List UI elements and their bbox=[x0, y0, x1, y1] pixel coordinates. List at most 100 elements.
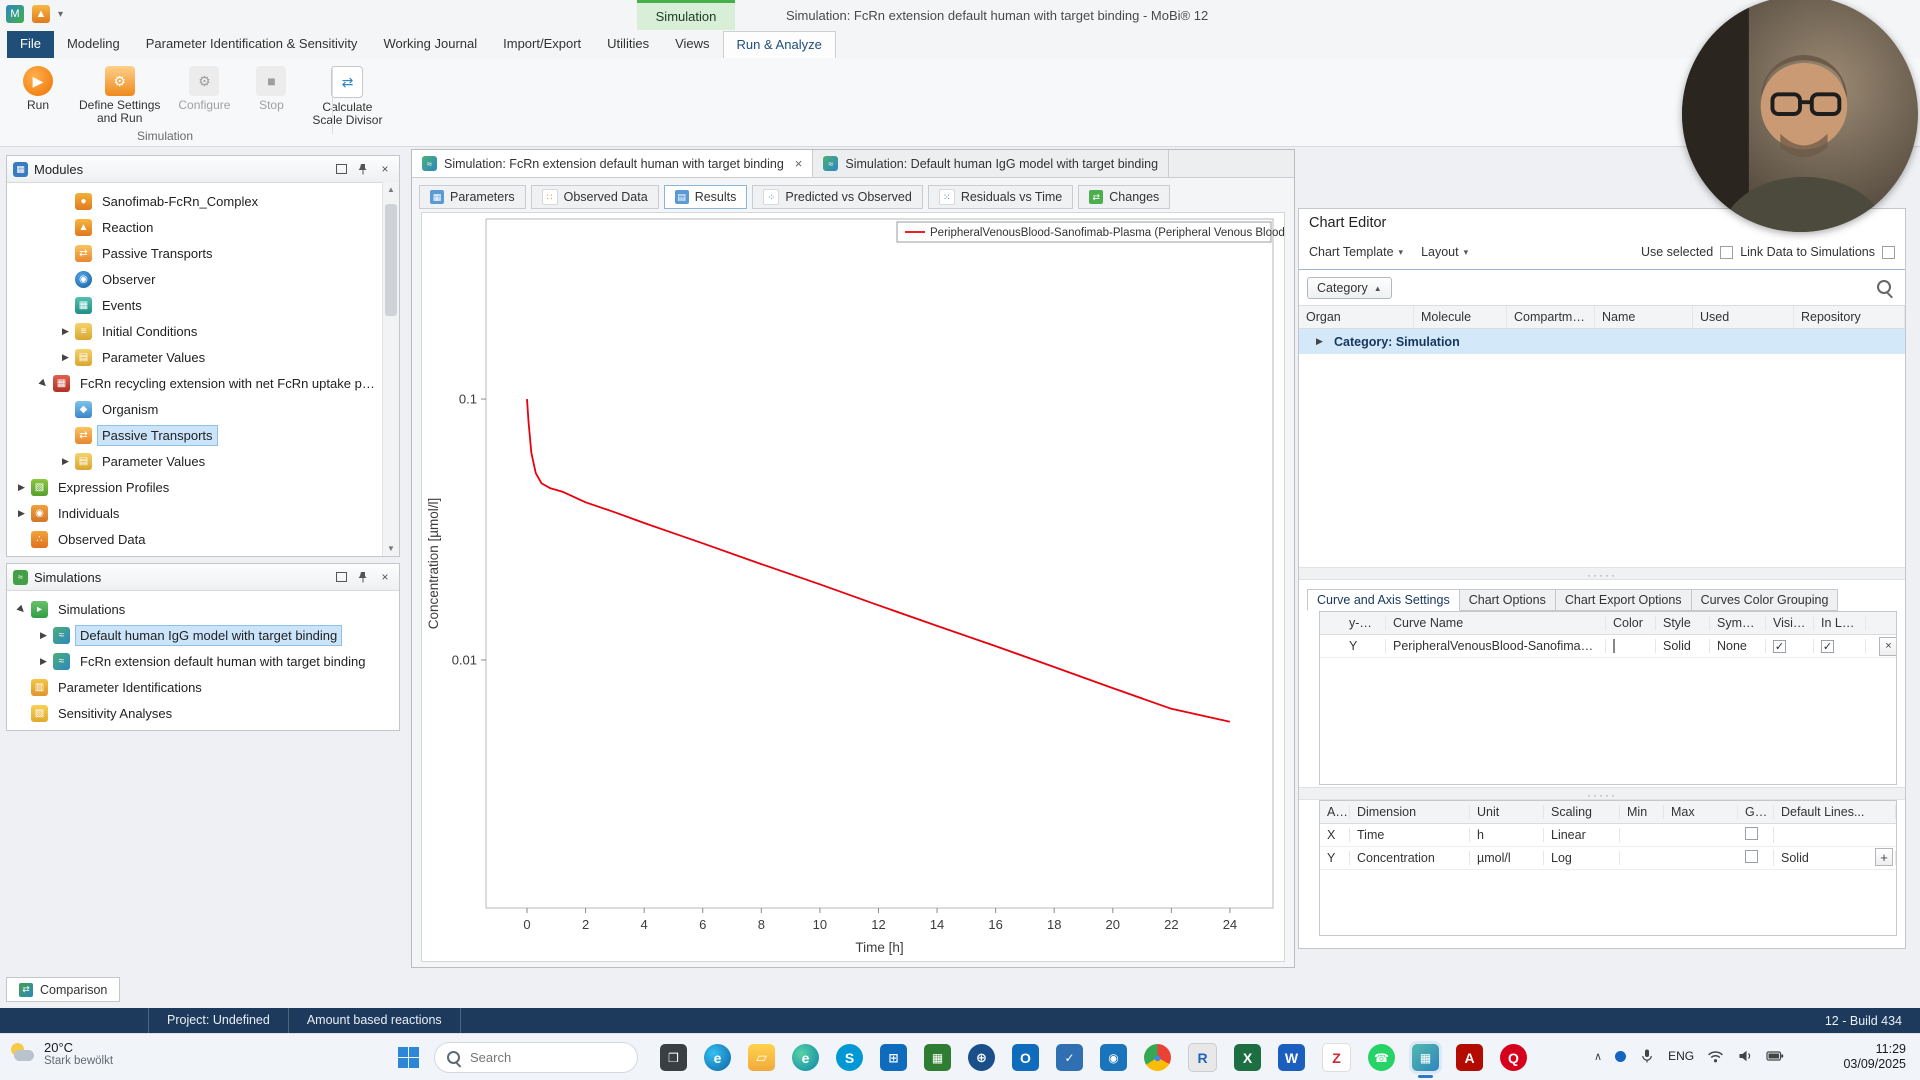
module-tree-item[interactable]: ● Sanofimab-FcRn_Complex bbox=[7, 188, 382, 214]
taskbar-icon-mobi[interactable]: ▦ bbox=[1412, 1044, 1439, 1078]
taskbar-icon-excel[interactable]: X bbox=[1234, 1044, 1261, 1071]
axis-row[interactable]: X Time h Linear bbox=[1320, 824, 1896, 847]
result-tab-results[interactable]: ▤ Results bbox=[663, 185, 748, 209]
taskbar-icon-skype[interactable]: S bbox=[836, 1044, 863, 1071]
menu-item-run-analyze[interactable]: Run & Analyze bbox=[722, 31, 836, 58]
result-tab-parameters[interactable]: ▦ Parameters bbox=[419, 185, 526, 209]
module-tree-item[interactable]: ⇄ Passive Transports bbox=[7, 422, 382, 448]
splitter-handle[interactable] bbox=[1299, 567, 1905, 580]
expander-collapsed-icon[interactable]: ▶ bbox=[35, 656, 52, 667]
module-tree-item[interactable]: ◉ Observer bbox=[7, 266, 382, 292]
grid-cell[interactable]: Solid bbox=[1656, 639, 1710, 653]
clock[interactable]: 11:29 03/09/2025 bbox=[1843, 1042, 1906, 1072]
menu-item-file[interactable]: File bbox=[7, 31, 54, 58]
close-icon[interactable]: × bbox=[377, 569, 393, 585]
module-tree-item[interactable]: ⇄ Passive Transports bbox=[7, 240, 382, 266]
expander-collapsed-icon[interactable]: ▶ bbox=[35, 630, 52, 641]
taskbar-icon-whatsapp[interactable]: ☎ bbox=[1368, 1044, 1395, 1071]
stop-button[interactable]: ■ Stop bbox=[241, 63, 301, 129]
tray-status-icon[interactable] bbox=[1615, 1050, 1627, 1062]
simulation-tree-item[interactable]: ▨ Sensitivity Analyses bbox=[7, 700, 382, 726]
taskbar-icon-people[interactable]: ◉ bbox=[1100, 1044, 1127, 1071]
settings-tab-curves-color-grouping[interactable]: Curves Color Grouping bbox=[1691, 589, 1839, 611]
wifi-icon[interactable] bbox=[1707, 1049, 1724, 1064]
chart-template-dropdown[interactable]: Chart Template ▾ bbox=[1309, 245, 1403, 259]
group-by-category-button[interactable]: Category ▲ bbox=[1307, 277, 1392, 299]
settings-tab-curve-and-axis-settings[interactable]: Curve and Axis Settings bbox=[1307, 589, 1460, 611]
expander-expanded-icon[interactable]: ▶ bbox=[12, 599, 32, 619]
taskbar-icon-zotero[interactable]: Z bbox=[1322, 1043, 1351, 1072]
taskbar-icon-store[interactable]: ⊞ bbox=[880, 1044, 907, 1071]
expander-collapsed-icon[interactable]: ▶ bbox=[13, 508, 30, 519]
splitter-handle[interactable] bbox=[1299, 787, 1905, 800]
axis-row[interactable]: Y Concentration µmol/l Log Solid bbox=[1320, 847, 1896, 870]
menu-item-modeling[interactable]: Modeling bbox=[54, 31, 133, 58]
close-tab-icon[interactable]: × bbox=[795, 156, 803, 171]
taskbar-icon-acrobat[interactable]: A bbox=[1456, 1044, 1483, 1071]
module-tree-item[interactable]: ▶ ▧ Expression Profiles bbox=[7, 474, 382, 500]
module-tree-item[interactable]: ▶ ◉ Individuals bbox=[7, 500, 382, 526]
menu-item-import-export[interactable]: Import/Export bbox=[490, 31, 594, 58]
taskbar-icon-internet[interactable]: ⊕ bbox=[968, 1044, 995, 1071]
use-selected-checkbox[interactable] bbox=[1720, 245, 1734, 259]
result-tab-residuals-vs-time[interactable]: ⁙ Residuals vs Time bbox=[927, 185, 1074, 209]
add-axis-button[interactable]: + bbox=[1875, 848, 1893, 866]
expander-expanded-icon[interactable]: ▶ bbox=[34, 373, 54, 393]
modules-scrollbar[interactable]: ▲ ▼ bbox=[382, 182, 399, 556]
scroll-down-icon[interactable]: ▼ bbox=[383, 541, 399, 556]
settings-tab-chart-options[interactable]: Chart Options bbox=[1459, 589, 1556, 611]
module-tree-item[interactable]: ▶ ≡ Initial Conditions bbox=[7, 318, 382, 344]
expander-collapsed-icon[interactable]: ▶ bbox=[57, 326, 74, 337]
grid-cell[interactable]: X bbox=[1320, 828, 1350, 842]
grid-checkbox[interactable] bbox=[1745, 850, 1758, 863]
weather-widget[interactable]: 20°C Stark bewölkt bbox=[10, 1040, 113, 1068]
close-icon[interactable]: × bbox=[377, 161, 393, 177]
taskbar-icon-task-view[interactable]: ❒ bbox=[660, 1044, 687, 1071]
module-tree-item[interactable]: ▦ Events bbox=[7, 292, 382, 318]
pin-icon[interactable] bbox=[355, 161, 371, 177]
tray-expand-icon[interactable]: ∧ bbox=[1594, 1050, 1602, 1063]
comparison-tab[interactable]: ⇄ Comparison bbox=[6, 977, 121, 1002]
float-window-icon[interactable] bbox=[333, 569, 349, 585]
taskbar-icon-word[interactable]: W bbox=[1278, 1044, 1305, 1071]
start-button[interactable] bbox=[398, 1047, 419, 1068]
taskbar-icon-edge-dev[interactable]: e bbox=[792, 1044, 819, 1071]
simulation-tree-item[interactable]: ▶ ≈ Default human IgG model with target bi… bbox=[7, 622, 382, 648]
document-tab[interactable]: ≈ Simulation: Default human IgG model wit… bbox=[813, 150, 1170, 177]
save-icon[interactable]: ▲ bbox=[32, 5, 50, 23]
module-tree-item[interactable]: ▶ ▤ Parameter Values bbox=[7, 448, 382, 474]
taskbar-icon-planner[interactable]: ▦ bbox=[924, 1044, 951, 1071]
grid-cell[interactable]: µmol/l bbox=[1470, 851, 1544, 865]
expander-collapsed-icon[interactable]: ▶ bbox=[1311, 336, 1328, 347]
module-tree-item[interactable]: ◆ Organism bbox=[7, 396, 382, 422]
microphone-icon[interactable] bbox=[1639, 1048, 1655, 1064]
menu-item-utilities[interactable]: Utilities bbox=[594, 31, 662, 58]
in-legend-checkbox[interactable]: ✓ bbox=[1821, 640, 1834, 653]
language-indicator[interactable]: ENG bbox=[1668, 1049, 1694, 1063]
taskbar-icon-chrome[interactable]: ● bbox=[1144, 1044, 1171, 1071]
module-tree-item[interactable]: ▲ Reaction bbox=[7, 214, 382, 240]
layout-dropdown[interactable]: Layout ▾ bbox=[1421, 245, 1468, 259]
expander-collapsed-icon[interactable]: ▶ bbox=[57, 352, 74, 363]
grid-cell[interactable]: None bbox=[1710, 639, 1766, 653]
document-tab[interactable]: ≈ Simulation: FcRn extension default huma… bbox=[412, 150, 814, 177]
battery-icon[interactable] bbox=[1766, 1049, 1784, 1063]
curve-color-swatch[interactable] bbox=[1613, 639, 1615, 653]
scroll-up-icon[interactable]: ▲ bbox=[383, 182, 399, 197]
define-settings-run-button[interactable]: ⚙ Define Settings and Run bbox=[72, 63, 167, 129]
result-tab-predicted-vs-observed[interactable]: ⁘ Predicted vs Observed bbox=[752, 185, 923, 209]
qat-dropdown-icon[interactable]: ▾ bbox=[58, 9, 63, 20]
search-input[interactable] bbox=[468, 1049, 612, 1066]
menu-item-working-journal[interactable]: Working Journal bbox=[370, 31, 490, 58]
grid-cell[interactable]: PeripheralVenousBlood-Sanofimab-Plasma .… bbox=[1386, 639, 1606, 653]
curve-row[interactable]: YPeripheralVenousBlood-Sanofimab-Plasma … bbox=[1320, 635, 1896, 658]
taskbar-search[interactable] bbox=[434, 1042, 638, 1073]
expander-collapsed-icon[interactable]: ▶ bbox=[13, 482, 30, 493]
menu-item-parameter-identification-sensitivity[interactable]: Parameter Identification & Sensitivity bbox=[133, 31, 371, 58]
float-window-icon[interactable] bbox=[333, 161, 349, 177]
grid-cell[interactable]: Log bbox=[1544, 851, 1620, 865]
context-tab-simulation[interactable]: Simulation bbox=[637, 0, 735, 30]
settings-tab-chart-export-options[interactable]: Chart Export Options bbox=[1555, 589, 1692, 611]
delete-curve-button[interactable]: × bbox=[1879, 636, 1896, 656]
taskbar-icon-r-project[interactable]: R bbox=[1188, 1043, 1217, 1072]
